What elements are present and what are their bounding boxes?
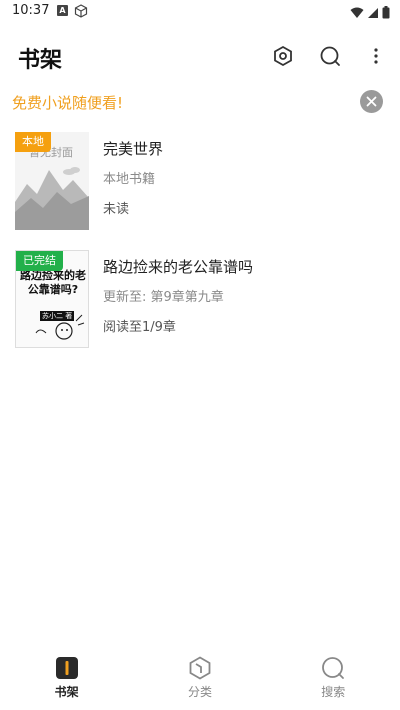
category-icon [189,656,211,680]
local-badge: 本地 [15,132,51,152]
book-progress: 阅读至1/9章 [103,320,176,335]
status-time: 10:37 [12,3,50,18]
promo-banner[interactable]: 免费小说随便看! [0,86,400,118]
close-icon [366,96,377,107]
hexagon-settings-icon [274,45,292,67]
book-cover[interactable]: 暂无封面 本地 [15,132,89,230]
status-bar: 10:37 A [0,0,400,24]
book-item[interactable]: 路边捡来的老公靠谱吗? 苏小二 著 已完结 路边捡来的老公靠谱吗 更新至: 第9… [0,250,400,354]
page-title: 书架 [18,48,63,73]
signal-icon [367,4,379,23]
nav-bookshelf-label[interactable]: 书架 [55,683,79,700]
book-update-info: 更新至: 第9章第九章 [103,290,224,305]
search-button[interactable] [316,42,344,70]
search-icon [322,657,345,679]
book-title: 完美世界 [103,140,164,158]
notification-a-icon: A [57,5,68,16]
nav-category[interactable]: 分类 [133,650,266,710]
book-source: 本地书籍 [103,172,156,187]
settings-button[interactable] [269,42,297,70]
bookshelf-icon [55,657,78,679]
book-item[interactable]: 暂无封面 本地 完美世界 本地书籍 未读 [0,132,400,236]
wifi-icon [350,4,364,23]
book-title: 路边捡来的老公靠谱吗 [103,258,254,276]
promo-close-button[interactable] [360,90,383,113]
promo-text[interactable]: 免费小说随便看! [12,92,123,113]
bottom-navigation: 书架 分类 搜索 [0,650,400,710]
nav-bookshelf[interactable]: 书架 [0,650,133,710]
nav-search[interactable]: 搜索 [267,650,400,710]
search-icon [320,46,340,66]
battery-icon [382,4,390,23]
finished-badge: 已完结 [16,251,63,271]
notification-box-icon [74,3,88,22]
book-cover[interactable]: 路边捡来的老公靠谱吗? 苏小二 著 已完结 [15,250,89,348]
nav-category-label[interactable]: 分类 [188,683,212,700]
app-header: 书架 [0,24,400,86]
more-vert-icon [374,48,378,64]
book-progress: 未读 [103,202,130,217]
nav-search-label[interactable]: 搜索 [321,683,345,700]
more-menu-button[interactable] [362,42,390,70]
